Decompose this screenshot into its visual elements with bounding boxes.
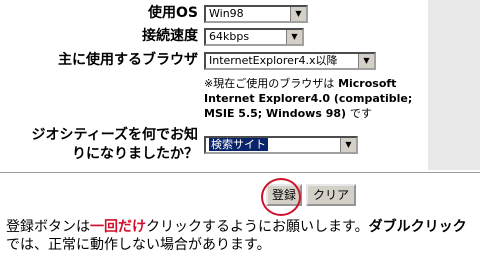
- browser-note-suffix: です: [349, 107, 372, 120]
- referral-label-line1: ジオシティーズを何でお知: [31, 127, 198, 143]
- browser-label: 主に使用するブラウザ: [58, 52, 198, 68]
- register-highlight-circle: [261, 178, 301, 216]
- referral-select-value: 検索サイト: [209, 138, 268, 151]
- speed-select-value: 64kbps: [209, 30, 250, 43]
- footer-text-3: では、正常に動作しない場合があります。: [6, 237, 271, 253]
- speed-select[interactable]: 64kbps ▼: [204, 28, 304, 46]
- referral-label-line2: りになりましたか？: [72, 146, 198, 162]
- chevron-down-icon[interactable]: ▼: [290, 7, 306, 21]
- footer-text-1: 登録ボタンは: [6, 219, 90, 235]
- right-panel-background: [428, 0, 480, 170]
- referral-select[interactable]: 検索サイト ▼: [204, 136, 358, 154]
- os-select[interactable]: Win98 ▼: [204, 5, 308, 23]
- chevron-down-icon[interactable]: ▼: [358, 54, 374, 68]
- section-divider: [0, 172, 480, 174]
- speed-label: 接続速度: [142, 28, 198, 44]
- clear-button[interactable]: クリア: [306, 184, 356, 206]
- os-select-value: Win98: [209, 7, 244, 20]
- footer-emphasis-doubleclick: ダブルクリック: [368, 219, 467, 235]
- browser-note-prefix: ※現在ご使用のブラウザは: [204, 77, 335, 90]
- footer-text-2: クリックするようにお願いします。: [146, 219, 369, 235]
- browser-select-value: InternetExplorer4.x以降: [209, 54, 338, 67]
- browser-note: ※現在ご使用のブラウザは Microsoft Internet Explorer…: [204, 76, 428, 121]
- chevron-down-icon[interactable]: ▼: [340, 138, 356, 152]
- footer-emphasis-once: 一回だけ: [90, 219, 146, 235]
- browser-select[interactable]: InternetExplorer4.x以降 ▼: [204, 52, 376, 70]
- footer-note: 登録ボタンは一回だけクリックするようにお願いします。ダブルクリックでは、正常に動…: [6, 218, 480, 254]
- os-label: 使用OS: [148, 5, 198, 21]
- chevron-down-icon[interactable]: ▼: [286, 30, 302, 44]
